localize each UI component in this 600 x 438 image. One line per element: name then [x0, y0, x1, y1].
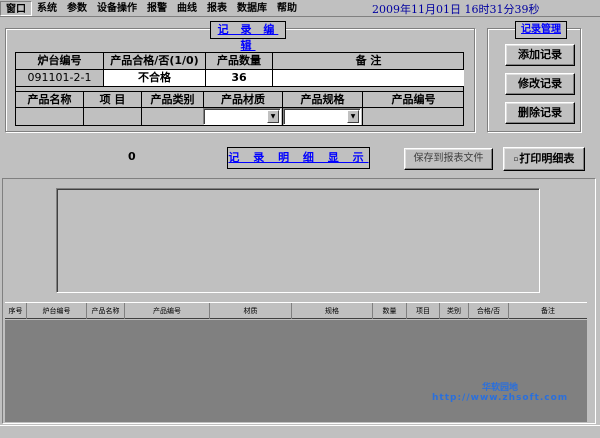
- menu-curve[interactable]: 曲线: [172, 1, 202, 16]
- detail-list-header: 序号 炉台编号 产品名称 产品编号 材质 规格 数量 项目 类别 合格/否 备注: [5, 302, 587, 319]
- header-qualified: 产品合格/否(1/0): [104, 53, 206, 70]
- delete-record-button[interactable]: 删除记录: [505, 102, 575, 124]
- col-remark[interactable]: 备注: [509, 303, 587, 319]
- col-category[interactable]: 类别: [440, 303, 469, 319]
- item-value[interactable]: [84, 108, 142, 125]
- watermark-url: http://www.zhsoft.com: [432, 393, 569, 403]
- col-quantity[interactable]: 数量: [373, 303, 407, 319]
- col-seq[interactable]: 序号: [5, 303, 27, 319]
- watermark-title: 华软园地: [482, 383, 519, 393]
- menu-system[interactable]: 系统: [32, 1, 62, 16]
- header-furnace-no: 炉台编号: [16, 53, 104, 70]
- col-furnace-no[interactable]: 炉台编号: [27, 303, 87, 319]
- menu-help[interactable]: 帮助: [272, 1, 302, 16]
- header-remark: 备 注: [273, 53, 464, 70]
- header-material: 产品材质: [204, 92, 283, 108]
- remark-value[interactable]: [273, 70, 464, 87]
- menu-bar: 窗口 系统 参数 设备操作 报警 曲线 报表 数据库 帮助 2009年11月01…: [0, 0, 600, 17]
- col-spec[interactable]: 规格: [292, 303, 373, 319]
- furnace-no-value[interactable]: 091101-2-1: [16, 70, 104, 87]
- print-icon: ▫: [513, 155, 519, 163]
- record-edit-title: 记 录 编 辑: [210, 21, 286, 52]
- add-record-button[interactable]: 添加记录: [505, 44, 575, 66]
- spec-select[interactable]: ▼: [283, 108, 361, 125]
- header-quantity: 产品数量: [206, 53, 273, 70]
- print-detail-button[interactable]: ▫打印明细表: [503, 147, 585, 171]
- menu-window[interactable]: 窗口: [0, 0, 32, 16]
- record-detail-title: 记 录 明 细 显 示: [227, 147, 370, 169]
- col-product-code[interactable]: 产品编号: [125, 303, 210, 319]
- product-name-value[interactable]: [16, 108, 84, 125]
- menu-alarm[interactable]: 报警: [142, 1, 172, 16]
- chevron-down-icon[interactable]: ▼: [347, 110, 359, 123]
- col-material[interactable]: 材质: [210, 303, 292, 319]
- detail-list-body[interactable]: [5, 320, 587, 422]
- menu-report[interactable]: 报表: [202, 1, 232, 16]
- quantity-value[interactable]: 36: [206, 70, 273, 87]
- status-bar: [0, 425, 600, 438]
- modify-record-button[interactable]: 修改记录: [505, 73, 575, 95]
- col-product-name[interactable]: 产品名称: [87, 303, 125, 319]
- header-spec: 产品规格: [283, 92, 363, 108]
- qualified-value[interactable]: 不合格: [104, 70, 206, 87]
- print-detail-label: 打印明细表: [519, 152, 575, 165]
- clock: 2009年11月01日 16时31分39秒: [372, 3, 540, 16]
- header-product-name: 产品名称: [16, 92, 84, 108]
- header-item: 项 目: [84, 92, 142, 108]
- chevron-down-icon[interactable]: ▼: [267, 110, 279, 123]
- product-code-value[interactable]: [363, 108, 464, 125]
- category-value[interactable]: [142, 108, 204, 125]
- record-management-title: 记录管理: [515, 21, 567, 39]
- col-item[interactable]: 项目: [407, 303, 440, 319]
- header-product-code: 产品编号: [363, 92, 464, 108]
- menu-database[interactable]: 数据库: [232, 1, 272, 16]
- menu-device[interactable]: 设备操作: [92, 1, 142, 16]
- detail-preview-box: [56, 188, 540, 293]
- menu-params[interactable]: 参数: [62, 1, 92, 16]
- save-report-button[interactable]: 保存到报表文件: [404, 148, 493, 170]
- record-count: 0: [128, 150, 136, 163]
- col-qualified[interactable]: 合格/否: [469, 303, 509, 319]
- material-select[interactable]: ▼: [203, 108, 281, 125]
- header-category: 产品类别: [142, 92, 204, 108]
